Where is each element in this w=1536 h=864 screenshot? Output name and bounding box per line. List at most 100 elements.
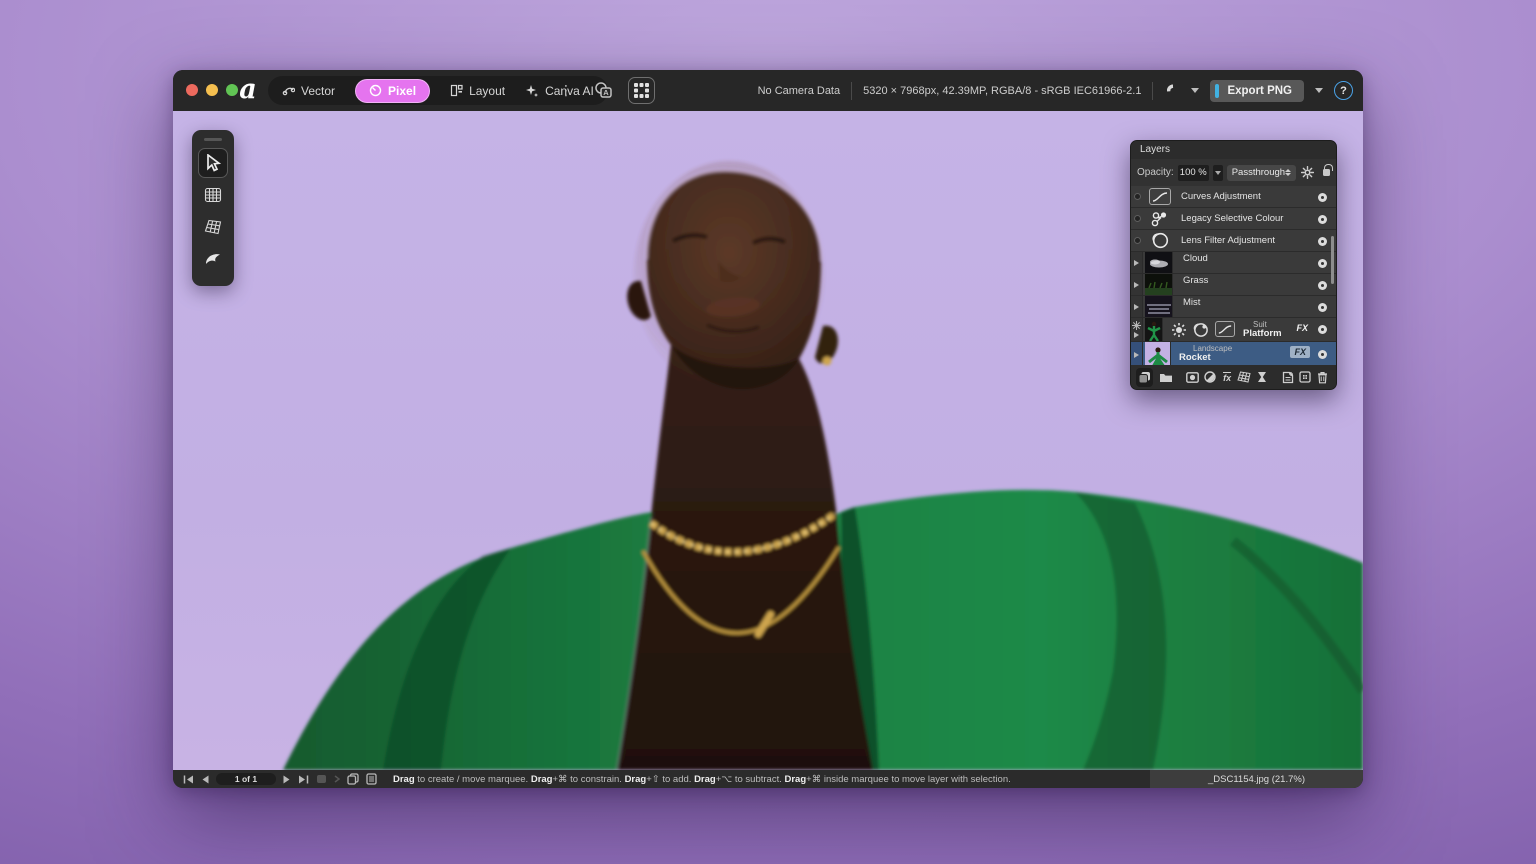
swirl-blob-icon xyxy=(204,251,222,267)
arrange-grid-icon[interactable] xyxy=(628,77,655,104)
opacity-dropdown[interactable] xyxy=(1213,165,1223,181)
canvas[interactable]: Layers Opacity: 100 % Passthrough xyxy=(173,111,1363,770)
visibility-toggle[interactable] xyxy=(1318,259,1327,268)
layer-row-cloud[interactable]: Cloud xyxy=(1131,252,1336,274)
canva-ai-sparkle-icon xyxy=(525,84,539,98)
divider xyxy=(1152,82,1153,100)
previous-page-icon[interactable] xyxy=(201,775,209,784)
layer-thumbnail xyxy=(1145,296,1173,317)
expand-chevron-icon[interactable] xyxy=(1134,332,1139,338)
visibility-toggle[interactable] xyxy=(1318,325,1327,334)
blend-mode-value: Passthrough xyxy=(1232,167,1285,178)
layer-row-rocket[interactable]: Landscape Rocket FX xyxy=(1131,342,1336,367)
layers-list: Curves Adjustment Legacy Selectiv xyxy=(1131,186,1336,367)
visibility-toggle[interactable] xyxy=(1318,193,1327,202)
live-filter-icon[interactable] xyxy=(1236,368,1253,387)
insert-options-icon[interactable] xyxy=(1297,368,1314,387)
adjustment-layer-icon[interactable] xyxy=(1201,368,1218,387)
layer-row-lens-filter-adjustment[interactable]: Lens Filter Adjustment xyxy=(1131,230,1336,252)
snapping-magnet-icon[interactable] xyxy=(1164,83,1180,99)
divider xyxy=(851,82,852,100)
liquify-tool[interactable] xyxy=(198,244,228,274)
selective-colour-icon xyxy=(1149,210,1171,227)
layer-name: Cloud xyxy=(1183,253,1208,264)
visibility-toggle[interactable] xyxy=(1318,215,1327,224)
blend-mode-stepper-icon xyxy=(1285,169,1291,176)
affinity-logo-icon: a xyxy=(235,75,261,105)
export-png-button[interactable]: Export PNG xyxy=(1210,80,1304,102)
more-options-kebab-icon[interactable]: ⋮ xyxy=(559,81,573,100)
tab-layout[interactable]: Layout xyxy=(450,84,505,98)
duplicate-pages-icon[interactable] xyxy=(347,773,359,785)
help-button[interactable]: ? xyxy=(1334,81,1353,100)
mask-layer-icon[interactable] xyxy=(1184,368,1201,387)
export-accent-bar xyxy=(1215,84,1219,98)
layer-name: Curves Adjustment xyxy=(1181,186,1261,208)
mesh-grid-icon xyxy=(204,187,222,203)
edit-layer-icon[interactable] xyxy=(1136,368,1153,387)
curves-mini-icon xyxy=(1215,321,1235,337)
visibility-toggle[interactable] xyxy=(1318,303,1327,312)
next-page-icon[interactable] xyxy=(283,775,291,784)
linked-snowflake-icon xyxy=(1132,321,1141,330)
layer-row-grass[interactable]: Grass xyxy=(1131,274,1336,296)
app-window: a Vector Pixel xyxy=(173,70,1363,788)
close-window-button[interactable] xyxy=(186,84,198,96)
cursor-arrow-icon xyxy=(205,154,221,172)
layer-mask-dot xyxy=(1134,193,1141,200)
lock-icon[interactable] xyxy=(1323,169,1330,176)
panel-drag-handle[interactable] xyxy=(204,138,222,141)
opacity-input[interactable]: 100 % xyxy=(1178,165,1209,181)
visibility-toggle[interactable] xyxy=(1318,237,1327,246)
add-layer-icon[interactable] xyxy=(1279,368,1296,387)
layers-scrollbar[interactable] xyxy=(1331,236,1334,284)
assistant-icon[interactable]: A xyxy=(593,81,615,101)
persona-switcher: Vector Pixel Layout xyxy=(268,76,608,105)
snapping-dropdown-chevron-icon[interactable] xyxy=(1191,88,1199,93)
expand-chevron-icon[interactable] xyxy=(1134,282,1139,288)
lens-filter-mini-icon xyxy=(1191,320,1210,339)
move-tool[interactable] xyxy=(198,148,228,178)
export-dropdown-chevron-icon[interactable] xyxy=(1315,88,1323,93)
visibility-toggle[interactable] xyxy=(1318,281,1327,290)
filename-zoom-status[interactable]: _DSC1154.jpg (21.7%) xyxy=(1150,770,1363,788)
fx-indicator[interactable]: FX xyxy=(1290,346,1310,358)
blend-ranges-hourglass-icon[interactable] xyxy=(1253,368,1270,387)
layer-settings-gear-icon[interactable] xyxy=(1300,163,1316,182)
layer-mask-dot xyxy=(1134,215,1141,222)
last-page-icon[interactable] xyxy=(298,775,309,784)
pixel-persona-icon xyxy=(369,84,382,97)
add-group-folder-icon[interactable] xyxy=(1158,368,1175,387)
page-indicator[interactable]: 1 of 1 xyxy=(216,773,276,785)
layer-thumbnail xyxy=(1145,342,1171,367)
visibility-toggle[interactable] xyxy=(1318,350,1327,359)
tab-vector[interactable]: Vector xyxy=(282,84,335,98)
layer-name: Lens Filter Adjustment xyxy=(1181,230,1275,252)
fx-indicator[interactable]: FX xyxy=(1296,323,1308,333)
perspective-tool[interactable] xyxy=(198,212,228,242)
layer-thumbnail xyxy=(1145,252,1173,273)
layer-effects-fx-icon[interactable]: fx xyxy=(1219,368,1236,387)
layer-name: Rocket xyxy=(1179,352,1211,363)
first-page-icon[interactable] xyxy=(183,775,194,784)
camera-data-status: No Camera Data xyxy=(758,85,841,97)
blend-mode-select[interactable]: Passthrough xyxy=(1227,165,1296,181)
layer-row-curves-adjustment[interactable]: Curves Adjustment xyxy=(1131,186,1336,208)
layer-name: Mist xyxy=(1183,297,1200,308)
document-list-icon[interactable] xyxy=(366,773,377,785)
layer-row-legacy-selective-colour[interactable]: Legacy Selective Colour xyxy=(1131,208,1336,230)
mesh-warp-tool[interactable] xyxy=(198,180,228,210)
delete-layer-trash-icon[interactable] xyxy=(1314,368,1331,387)
layer-row-mist[interactable]: Mist xyxy=(1131,296,1336,318)
chevron-icon-disabled xyxy=(334,775,340,783)
expand-chevron-icon[interactable] xyxy=(1134,260,1139,266)
layer-row-platform[interactable]: Suit Platform FX xyxy=(1131,318,1336,342)
tab-label: Vector xyxy=(301,84,335,98)
expand-chevron-icon[interactable] xyxy=(1134,304,1139,310)
window-controls xyxy=(186,84,238,96)
expand-chevron-icon[interactable] xyxy=(1134,352,1139,358)
layout-persona-icon xyxy=(450,84,463,97)
minimize-window-button[interactable] xyxy=(206,84,218,96)
tab-pixel[interactable]: Pixel xyxy=(355,79,430,103)
tools-panel xyxy=(192,130,234,286)
